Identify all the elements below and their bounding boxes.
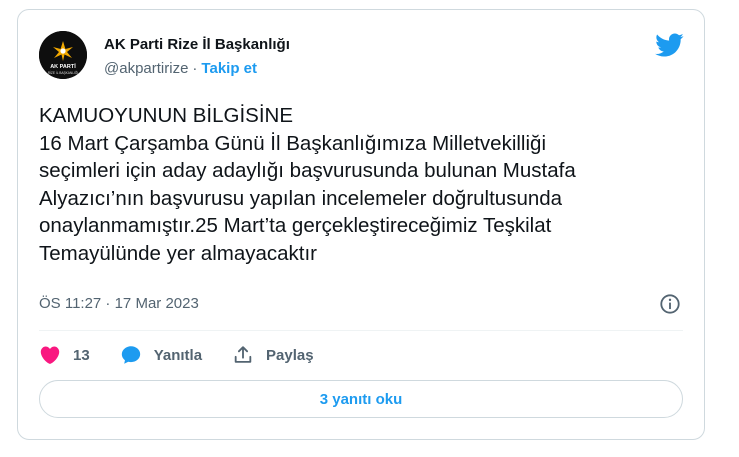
like-button[interactable]: 13 — [39, 344, 90, 366]
tweet-actions: 13 Yanıtla Paylaş — [39, 343, 344, 367]
info-icon[interactable] — [659, 293, 681, 315]
reply-button[interactable]: Yanıtla — [120, 344, 202, 366]
separator-dot: · — [192, 60, 198, 77]
share-button[interactable]: Paylaş — [232, 344, 314, 366]
avatar[interactable]: AK PARTİ RİZE İL BAŞKANLIĞI — [39, 31, 87, 79]
author-handle[interactable]: @akpartirize — [104, 60, 188, 77]
ak-parti-logo-icon: AK PARTİ RİZE İL BAŞKANLIĞI — [39, 31, 87, 79]
twitter-bird-icon[interactable] — [654, 30, 684, 60]
author-name[interactable]: AK Parti Rize İl Başkanlığı — [104, 36, 290, 53]
read-replies-button[interactable]: 3 yanıtı oku — [39, 380, 683, 418]
reply-label: Yanıtla — [153, 346, 203, 364]
like-count: 13 — [73, 346, 90, 364]
tweet-card: AK PARTİ RİZE İL BAŞKANLIĞI AK Parti Riz… — [17, 9, 705, 440]
follow-button[interactable]: Takip et — [201, 60, 257, 77]
author-handle-row: @akpartirize · Takip et — [104, 60, 257, 77]
speech-bubble-icon — [121, 346, 140, 364]
svg-text:RİZE İL BAŞKANLIĞI: RİZE İL BAŞKANLIĞI — [48, 70, 79, 75]
tweet-timestamp[interactable]: ÖS 11:27 · 17 Mar 2023 — [39, 295, 199, 312]
heart-icon — [40, 346, 60, 364]
share-icon — [234, 346, 252, 363]
svg-text:AK PARTİ: AK PARTİ — [50, 63, 76, 70]
divider — [39, 330, 683, 331]
tweet-text: KAMUOYUNUN BİLGİSİNE 16 Mart Çarşamba Gü… — [39, 104, 576, 265]
share-label: Paylaş — [266, 346, 314, 364]
